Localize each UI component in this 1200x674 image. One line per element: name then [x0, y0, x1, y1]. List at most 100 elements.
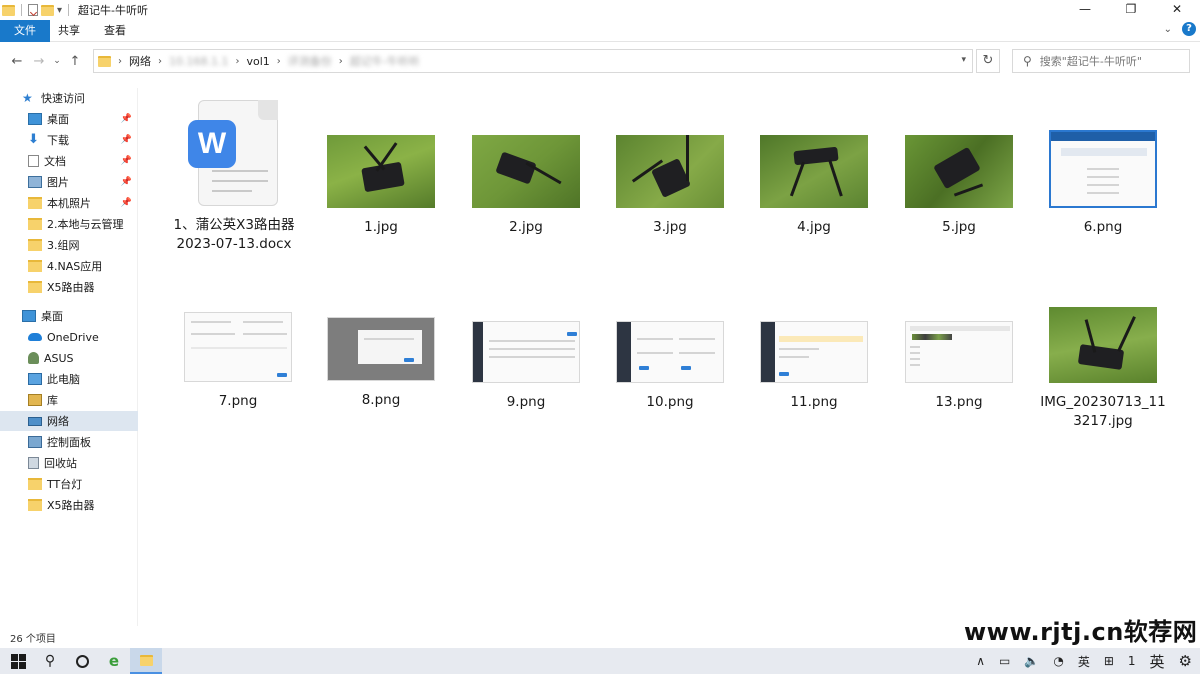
nav-tree-onedrive[interactable]: OneDrive [0, 327, 138, 347]
search-input[interactable]: ⚲ 搜索"超记牛-牛听听" [1012, 49, 1190, 73]
library-icon [28, 394, 42, 406]
file-item-2-jpg[interactable]: 2.jpg [462, 135, 590, 237]
nav-tree-control-panel[interactable]: 控制面板 [0, 432, 138, 452]
taskbar: ⚲ e ∧ ▭ 🔈 ◔ 英 ⊞ 1 英 ⚙ [0, 648, 1200, 674]
nav-tree-desktop[interactable]: 桌面 [0, 306, 138, 326]
chevron-right-icon[interactable]: › [235, 56, 239, 67]
chevron-right-icon[interactable]: › [339, 56, 343, 67]
file-item-docx[interactable]: W 1、蒲公英X3路由器2023-07-13.docx [170, 100, 298, 254]
nav-label: 库 [47, 394, 58, 407]
nav-tree-recycle-bin[interactable]: 回收站 [0, 453, 138, 473]
chevron-up-icon[interactable]: ∧ [976, 654, 985, 668]
edge-icon: e [108, 652, 120, 670]
title-bar: ▾ 超记牛-牛听听 — ❐ ✕ [0, 0, 1200, 20]
tab-share[interactable]: 共享 [46, 20, 92, 42]
separator [68, 4, 70, 16]
file-item-10-png[interactable]: 10.png [606, 321, 734, 412]
screenshot-thumbnail [760, 321, 868, 383]
nav-item-nas-apps[interactable]: 4.NAS应用 [0, 256, 138, 276]
nav-tree-asus[interactable]: ASUS [0, 348, 138, 368]
file-item-5-jpg[interactable]: 5.jpg [895, 135, 1023, 237]
nav-tree-network[interactable]: 网络 [0, 411, 138, 431]
nav-item-networking[interactable]: 3.组网 [0, 235, 138, 255]
user-icon [28, 352, 39, 364]
breadcrumb-current[interactable]: 超记牛-牛听听 [350, 53, 420, 69]
nav-item-x5-router[interactable]: X5路由器 [0, 277, 138, 297]
ime-mode[interactable]: 英 [1150, 651, 1165, 672]
nav-item-local-photos[interactable]: 本机照片 📌 [0, 193, 138, 213]
nav-item-documents[interactable]: 文档 📌 [0, 151, 138, 171]
file-item-img-jpg[interactable]: IMG_20230713_113217.jpg [1039, 307, 1167, 431]
customize-toolbar-icon[interactable]: ▾ [57, 5, 62, 16]
address-bar[interactable]: › 网络 › 10.168.1.1 › vol1 › 评测备份 › 超记牛-牛听… [93, 49, 973, 73]
nav-item-downloads[interactable]: ⬇ 下载 📌 [0, 130, 138, 150]
breadcrumb-host[interactable]: 10.168.1.1 [169, 55, 228, 68]
close-button[interactable]: ✕ [1154, 0, 1200, 20]
nav-item-desktop[interactable]: 桌面 📌 [0, 109, 138, 129]
properties-icon[interactable] [28, 4, 38, 16]
breadcrumb-folder[interactable]: 评测备份 [288, 53, 332, 69]
folder-icon [28, 478, 42, 490]
nav-quick-access[interactable]: ★ 快速访问 [0, 88, 138, 108]
network-icon [28, 416, 42, 426]
nav-tree-tt-lamp[interactable]: TT台灯 [0, 474, 138, 494]
keyboard-icon[interactable]: ⊞ [1104, 654, 1114, 668]
browser-button[interactable]: e [98, 648, 130, 674]
navigation-pane: ★ 快速访问 桌面 📌 ⬇ 下载 📌 文档 📌 图片 📌 本机照片 📌 2.本地… [0, 88, 138, 626]
recent-locations-icon[interactable]: ⌄ [50, 56, 64, 66]
file-item-4-jpg[interactable]: 4.jpg [750, 135, 878, 237]
nav-item-pictures[interactable]: 图片 📌 [0, 172, 138, 192]
nav-item-cloud-management[interactable]: 2.本地与云管理 [0, 214, 138, 234]
photo-thumbnail [905, 135, 1013, 208]
refresh-button[interactable]: ↻ [976, 49, 1000, 73]
nav-label: 图片 [47, 176, 69, 189]
chevron-right-icon[interactable]: › [277, 56, 281, 67]
battery-icon[interactable]: ▭ [999, 654, 1010, 668]
window-controls: — ❐ ✕ [1062, 0, 1200, 20]
folder-icon [28, 499, 42, 511]
nav-label: 本机照片 [47, 197, 91, 210]
file-item-7-png[interactable]: 7.png [174, 312, 302, 411]
file-item-11-png[interactable]: 11.png [750, 321, 878, 412]
window-title: 超记牛-牛听听 [78, 4, 149, 17]
minimize-button[interactable]: — [1062, 0, 1108, 20]
folder-icon [28, 218, 42, 230]
pictures-icon [28, 176, 42, 188]
forward-arrow-icon[interactable]: → [28, 54, 50, 69]
nav-tree-this-pc[interactable]: 此电脑 [0, 369, 138, 389]
breadcrumb-network[interactable]: 网络 [129, 53, 151, 69]
back-arrow-icon[interactable]: ← [6, 54, 28, 69]
file-item-13-png[interactable]: 13.png [895, 321, 1023, 412]
tab-file[interactable]: 文件 [0, 19, 50, 42]
file-view: W 1、蒲公英X3路由器2023-07-13.docx 1.jpg 2.jpg … [140, 88, 1200, 628]
start-button[interactable] [2, 648, 34, 674]
settings-gear-icon[interactable]: ⚙ [1179, 652, 1192, 670]
file-item-1-jpg[interactable]: 1.jpg [317, 135, 445, 237]
file-item-9-png[interactable]: 9.png [462, 321, 590, 412]
help-icon[interactable]: ? [1182, 22, 1196, 36]
search-button[interactable]: ⚲ [34, 648, 66, 674]
recycle-bin-icon [28, 457, 39, 469]
expand-ribbon-icon[interactable]: ⌄ [1164, 24, 1172, 35]
file-item-8-png[interactable]: 8.png [317, 317, 445, 410]
chevron-right-icon[interactable]: › [118, 56, 122, 67]
tab-view[interactable]: 查看 [92, 20, 138, 42]
volume-icon[interactable]: 🔈 [1024, 654, 1039, 668]
maximize-button[interactable]: ❐ [1108, 0, 1154, 20]
folder-icon [28, 239, 42, 251]
file-explorer-button[interactable] [130, 648, 162, 674]
chevron-right-icon[interactable]: › [158, 56, 162, 67]
address-dropdown-icon[interactable]: ▾ [961, 55, 966, 65]
nav-tree-x5-router[interactable]: X5路由器 [0, 495, 138, 515]
file-item-6-png[interactable]: 6.png [1039, 130, 1167, 237]
task-view-button[interactable] [66, 648, 98, 674]
wifi-icon[interactable]: ◔ [1053, 654, 1063, 668]
ime-language[interactable]: 英 [1078, 653, 1090, 670]
file-item-3-jpg[interactable]: 3.jpg [606, 135, 734, 237]
file-name: 5.jpg [942, 219, 976, 235]
file-name: 4.jpg [797, 219, 831, 235]
breadcrumb-volume[interactable]: vol1 [246, 55, 269, 68]
nav-tree-library[interactable]: 库 [0, 390, 138, 410]
new-folder-icon[interactable] [41, 4, 54, 16]
up-arrow-icon[interactable]: ↑ [64, 54, 86, 69]
